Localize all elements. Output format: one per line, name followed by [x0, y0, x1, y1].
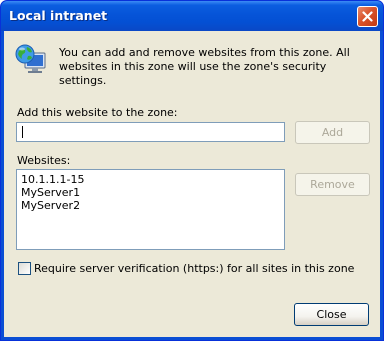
- text-caret: [22, 126, 23, 138]
- close-button[interactable]: Close: [294, 303, 369, 326]
- add-website-input[interactable]: [16, 122, 285, 142]
- globe-monitor-icon: [15, 44, 46, 73]
- zone-description: You can add and remove websites from thi…: [59, 46, 350, 87]
- remove-button[interactable]: Remove: [295, 173, 370, 196]
- add-website-label: Add this website to the zone:: [17, 106, 178, 119]
- list-item[interactable]: 10.1.1.1-15: [21, 173, 280, 186]
- https-verification-label[interactable]: Require server verification (https:) for…: [34, 262, 354, 275]
- title-close-button[interactable]: [357, 6, 378, 27]
- https-verification-checkbox[interactable]: [18, 262, 31, 275]
- websites-list[interactable]: 10.1.1.1-15 MyServer1 MyServer2: [16, 169, 285, 250]
- window-title: Local intranet: [9, 8, 108, 23]
- list-item[interactable]: MyServer2: [21, 199, 280, 212]
- add-button[interactable]: Add: [295, 121, 370, 144]
- websites-label: Websites:: [17, 154, 71, 167]
- title-bar[interactable]: Local intranet: [1, 1, 383, 31]
- dialog-body: You can add and remove websites from thi…: [4, 31, 380, 337]
- list-item[interactable]: MyServer1: [21, 186, 280, 199]
- close-icon: [362, 11, 373, 22]
- dialog-window: Local intranet You can add and remove we…: [0, 0, 384, 341]
